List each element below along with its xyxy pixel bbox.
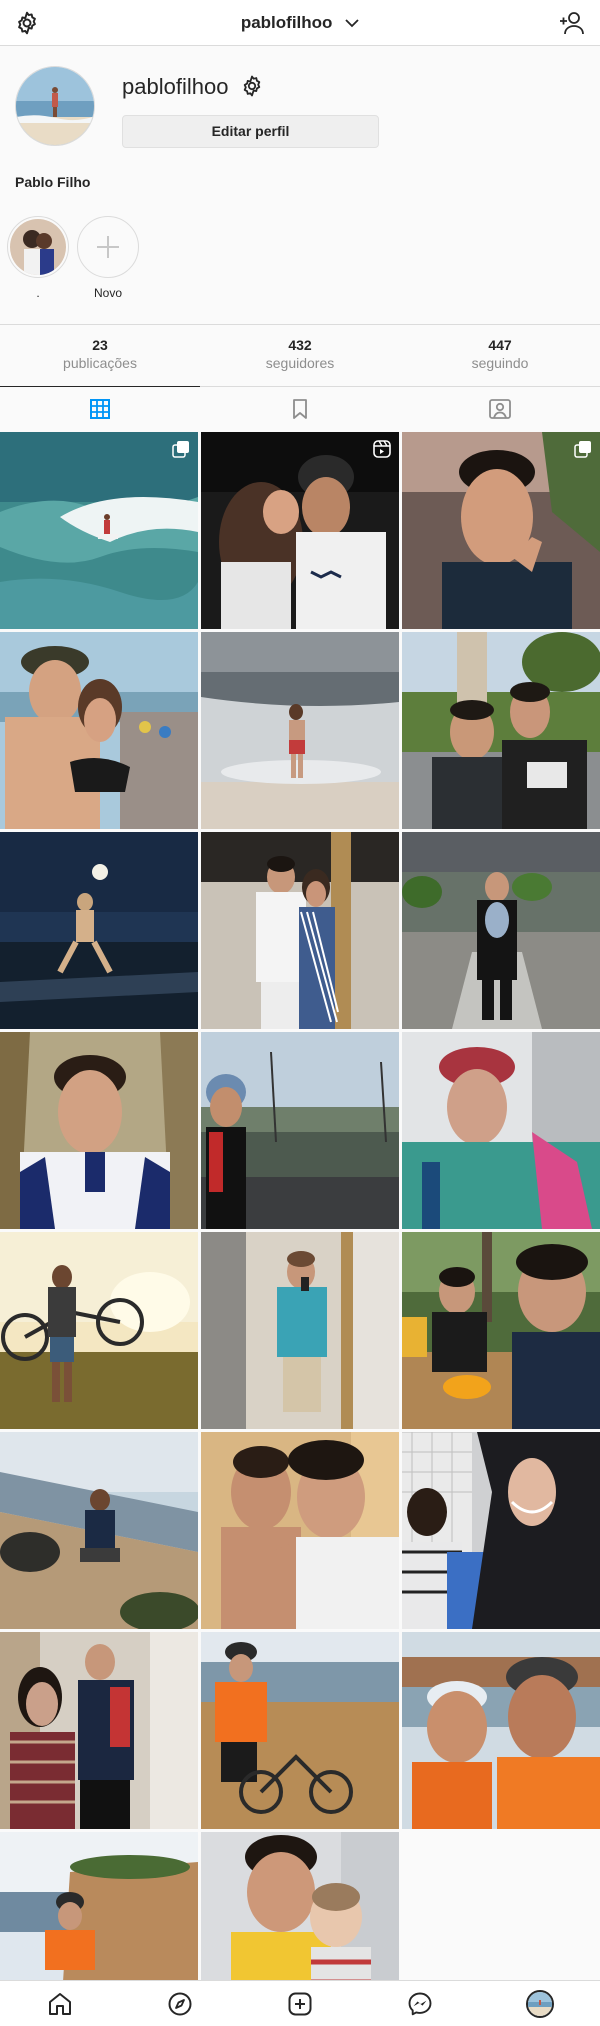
tab-tagged[interactable] [400,387,600,430]
profile-username: pablofilhoo [122,74,229,99]
grid-icon [90,398,110,419]
posts-count[interactable]: 23 publicações [0,325,200,386]
post-thumbnail[interactable] [402,1032,600,1229]
nav-explore[interactable] [120,1981,240,2026]
full-name: Pablo Filho [15,174,91,190]
nav-messages[interactable] [360,1981,480,2026]
top-bar: pablofilhoo [0,0,600,46]
new-highlight-ring [77,216,139,278]
followers-count[interactable]: 432 seguidores [200,325,400,386]
post-thumbnail[interactable] [402,632,600,829]
posts-count-label: publicações [63,355,137,371]
post-thumbnail[interactable] [201,832,399,1029]
followers-count-label: seguidores [265,355,335,371]
carousel-icon [172,441,189,458]
home-icon [49,1992,71,2015]
followers-count-value: 432 [288,337,312,353]
discover-people-icon[interactable] [558,10,586,36]
saved-icon [293,398,307,419]
new-highlight-label: Novo [93,286,122,300]
post-thumbnail[interactable] [201,1232,399,1429]
reels-icon [373,440,391,458]
profile-avatar[interactable] [15,66,95,146]
post-thumbnail[interactable] [201,1632,399,1829]
plus-icon [97,236,119,258]
highlight-ring [7,216,69,278]
following-count-label: seguindo [471,355,529,371]
explore-icon [168,1992,192,2015]
post-thumbnail[interactable] [201,1432,399,1629]
profile-tabs [0,386,600,430]
edit-profile-button[interactable]: Editar perfil [122,115,379,148]
post-thumbnail[interactable] [0,1032,198,1229]
new-highlight[interactable]: Novo [73,216,143,300]
post-thumbnail[interactable] [402,432,600,629]
new-post-icon [288,1992,312,2015]
carousel-icon [574,441,591,458]
post-thumbnail[interactable] [402,832,600,1029]
post-thumbnail[interactable] [0,1632,198,1829]
account-switcher[interactable]: pablofilhoo [0,13,600,33]
post-thumbnail[interactable] [201,1032,399,1229]
nav-new-post[interactable] [240,1981,360,2026]
nav-home[interactable] [0,1981,120,2026]
bottom-navigation [0,1980,600,2026]
header-username: pablofilhoo [240,13,333,32]
tab-saved[interactable] [200,387,400,430]
post-thumbnail[interactable] [402,1632,600,1829]
following-count[interactable]: 447 seguindo [400,325,600,386]
post-thumbnail[interactable] [402,1432,600,1629]
post-thumbnail[interactable] [0,432,198,629]
tab-posts[interactable] [0,386,200,430]
post-thumbnail[interactable] [0,832,198,1029]
posts-grid [0,432,600,2026]
following-count-value: 447 [488,337,512,353]
post-thumbnail[interactable] [402,1232,600,1429]
posts-count-value: 23 [92,337,108,353]
chevron-down-icon [345,19,359,28]
post-thumbnail[interactable] [201,432,399,629]
profile-screen: pablofilhoo pablofilhoo Editar perfil Pa… [0,0,600,2026]
nav-profile[interactable] [480,1981,600,2026]
messenger-icon [408,1992,432,2015]
post-thumbnail[interactable] [0,1432,198,1629]
highlight-label: . [36,286,40,300]
highlight-item[interactable]: . [3,216,73,300]
post-thumbnail[interactable] [201,632,399,829]
profile-header: pablofilhoo Editar perfil Pablo Filho . … [0,46,600,324]
profile-avatar-small [526,1989,554,2018]
highlight-thumbnail [10,219,66,275]
tagged-icon [489,398,511,419]
post-thumbnail[interactable] [0,632,198,829]
profile-stats: 23 publicações 432 seguidores 447 seguin… [0,324,600,386]
options-gear-icon[interactable] [240,74,264,98]
post-thumbnail[interactable] [0,1232,198,1429]
